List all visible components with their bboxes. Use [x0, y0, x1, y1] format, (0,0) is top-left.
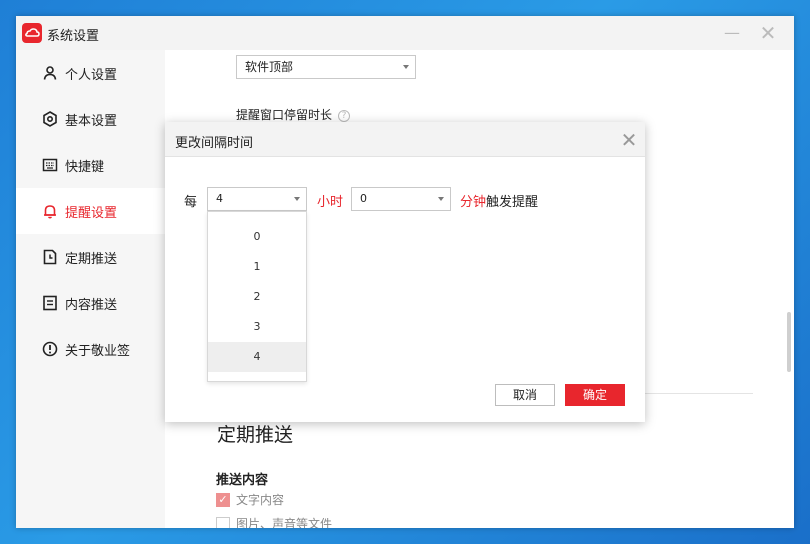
minutes-value: 0: [360, 192, 367, 205]
hours-select[interactable]: 4: [207, 187, 307, 211]
hours-unit-label: 小时: [317, 195, 344, 210]
bell-icon: [44, 205, 56, 219]
sidebar-item-content-push[interactable]: 内容推送: [16, 280, 165, 326]
cancel-button[interactable]: 取消: [495, 384, 555, 406]
sidebar-item-label: 内容推送: [65, 297, 118, 313]
sidebar-item-label: 个人设置: [65, 67, 118, 83]
trigger-label-row: 分钟触发提醒: [460, 191, 538, 210]
help-icon[interactable]: ?: [338, 110, 351, 122]
info-icon: [42, 341, 58, 357]
sidebar-item-about[interactable]: 关于敬业签: [16, 326, 165, 372]
dialog-title: 更改间隔时间: [175, 136, 254, 151]
trigger-label: 触发提醒: [486, 195, 539, 210]
sidebar-item-label: 定期推送: [65, 251, 118, 267]
hours-dropdown-list: 01234: [207, 211, 307, 382]
chevron-down-icon: [294, 197, 300, 201]
user-icon: [43, 66, 57, 80]
popup-position-value: 软件顶部: [245, 60, 294, 74]
sidebar-item-shortcuts[interactable]: 快捷键: [16, 142, 165, 188]
minutes-unit-label: 分钟: [460, 195, 487, 210]
stay-duration-label: 提醒窗口停留时长: [236, 108, 333, 122]
chevron-down-icon: [403, 65, 409, 69]
keyboard-icon: [42, 158, 58, 172]
scrollbar-thumb[interactable]: [787, 312, 791, 372]
section-title: 定期推送: [217, 424, 294, 446]
ok-button[interactable]: 确定: [565, 384, 625, 406]
dialog-header: 更改间隔时间 ✕: [165, 122, 645, 157]
sidebar-item-label: 提醒设置: [65, 205, 118, 221]
hours-option-4[interactable]: 4: [208, 342, 306, 372]
text-content-option[interactable]: ✓ 文字内容: [216, 491, 284, 508]
sidebar-item-label: 基本设置: [65, 113, 118, 129]
title-bar: 系统设置 — ✕: [16, 16, 794, 50]
hours-option-2[interactable]: 2: [208, 282, 306, 312]
minimize-button[interactable]: —: [720, 22, 744, 44]
change-interval-dialog: 更改间隔时间 ✕ 每 4 小时 0 分钟触发提醒 01234 取消 确定: [165, 122, 645, 422]
sidebar-item-label: 关于敬业签: [65, 343, 131, 359]
dialog-close-button[interactable]: ✕: [619, 128, 639, 152]
hours-value: 4: [216, 192, 223, 205]
calendar-icon: [43, 249, 57, 265]
gear-icon: [43, 111, 57, 127]
close-button[interactable]: ✕: [756, 22, 780, 44]
media-content-option[interactable]: 图片、声音等文件: [216, 515, 332, 528]
sidebar-item-label: 快捷键: [65, 159, 105, 175]
sidebar-item-basic[interactable]: 基本设置: [16, 96, 165, 142]
minutes-select[interactable]: 0: [351, 187, 451, 211]
hours-option-0[interactable]: 0: [208, 222, 306, 252]
text-content-label: 文字内容: [236, 493, 285, 507]
document-icon: [43, 295, 57, 311]
push-content-label: 推送内容: [216, 473, 269, 488]
hours-option-3[interactable]: 3: [208, 312, 306, 342]
text-content-checkbox[interactable]: ✓: [216, 492, 230, 507]
sidebar-item-reminder[interactable]: 提醒设置: [16, 188, 165, 234]
every-label: 每: [184, 195, 198, 210]
media-content-label: 图片、声音等文件: [236, 517, 333, 528]
sidebar-item-personal[interactable]: 个人设置: [16, 50, 165, 96]
hours-option-1[interactable]: 1: [208, 252, 306, 282]
app-logo-icon: [22, 23, 42, 43]
chevron-down-icon: [438, 197, 444, 201]
sidebar-item-scheduled-push[interactable]: 定期推送: [16, 234, 165, 280]
stay-duration-row: 提醒窗口停留时长?: [236, 106, 351, 123]
popup-position-select[interactable]: 软件顶部: [236, 55, 416, 79]
sidebar: 个人设置 基本设置 快捷键 提醒设置 定期推送 内容推送 关于敬业签: [16, 50, 165, 528]
media-content-checkbox[interactable]: [216, 516, 230, 528]
window-title: 系统设置: [47, 29, 100, 44]
